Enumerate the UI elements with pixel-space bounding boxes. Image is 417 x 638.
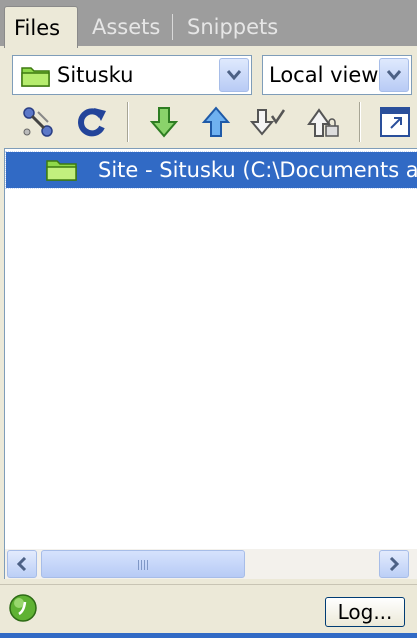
connect-button[interactable] bbox=[18, 102, 58, 142]
chevron-down-icon bbox=[226, 70, 242, 81]
site-select-dropdown-button[interactable] bbox=[219, 58, 249, 92]
file-tree[interactable]: Site - Situsku (C:\Documents and bbox=[4, 148, 417, 549]
toolbar-separator bbox=[127, 102, 129, 142]
scroll-thumb-grip bbox=[144, 560, 145, 570]
scroll-left-button[interactable] bbox=[7, 550, 37, 578]
horizontal-scrollbar[interactable] bbox=[4, 549, 417, 579]
tab-assets[interactable]: Assets bbox=[82, 8, 160, 46]
panel-tab-strip: Files Assets Snippets bbox=[0, 0, 417, 48]
check-out-button[interactable] bbox=[248, 102, 288, 142]
view-select-dropdown-button[interactable] bbox=[379, 58, 409, 92]
files-panel: Files Assets Snippets Situsku Local view bbox=[0, 0, 417, 638]
chevron-down-icon bbox=[386, 70, 402, 81]
site-select-value: Situsku bbox=[57, 63, 134, 87]
folder-icon bbox=[21, 67, 50, 87]
status-indicator-icon bbox=[9, 594, 37, 622]
tree-item-site-root[interactable]: Site - Situsku (C:\Documents and bbox=[5, 151, 417, 189]
scroll-right-button[interactable] bbox=[379, 550, 409, 578]
chevron-left-icon bbox=[16, 557, 27, 571]
chevron-right-icon bbox=[389, 557, 400, 571]
get-files-icon bbox=[149, 107, 179, 138]
refresh-icon bbox=[78, 108, 106, 137]
scroll-thumb-grip bbox=[147, 560, 148, 570]
connect-icon bbox=[23, 107, 53, 137]
put-files-button[interactable] bbox=[196, 102, 236, 142]
site-select[interactable]: Situsku bbox=[12, 55, 252, 95]
scroll-thumb[interactable] bbox=[41, 550, 245, 578]
bottom-accent-bar bbox=[0, 633, 417, 638]
tab-files[interactable]: Files bbox=[4, 6, 78, 48]
put-files-icon bbox=[201, 106, 231, 137]
expand-icon bbox=[380, 107, 410, 137]
tab-divider bbox=[172, 14, 173, 40]
folder-icon bbox=[46, 160, 77, 181]
refresh-button[interactable] bbox=[72, 102, 112, 142]
log-button[interactable]: Log... bbox=[325, 597, 405, 627]
check-out-icon bbox=[249, 109, 286, 136]
tree-item-label: Site - Situsku (C:\Documents and bbox=[98, 158, 417, 182]
toolbar-separator bbox=[359, 102, 361, 142]
status-bar: Log... bbox=[0, 584, 417, 638]
view-select-value: Local view bbox=[269, 63, 379, 87]
expand-panel-button[interactable] bbox=[375, 102, 415, 142]
tab-snippets[interactable]: Snippets bbox=[177, 8, 278, 46]
scroll-thumb-grip bbox=[141, 560, 142, 570]
files-toolbar bbox=[0, 98, 417, 146]
get-files-button[interactable] bbox=[144, 102, 184, 142]
check-in-button[interactable] bbox=[303, 102, 343, 142]
scroll-thumb-grip bbox=[138, 560, 139, 570]
view-select[interactable]: Local view bbox=[262, 55, 412, 95]
check-in-icon bbox=[307, 108, 339, 137]
